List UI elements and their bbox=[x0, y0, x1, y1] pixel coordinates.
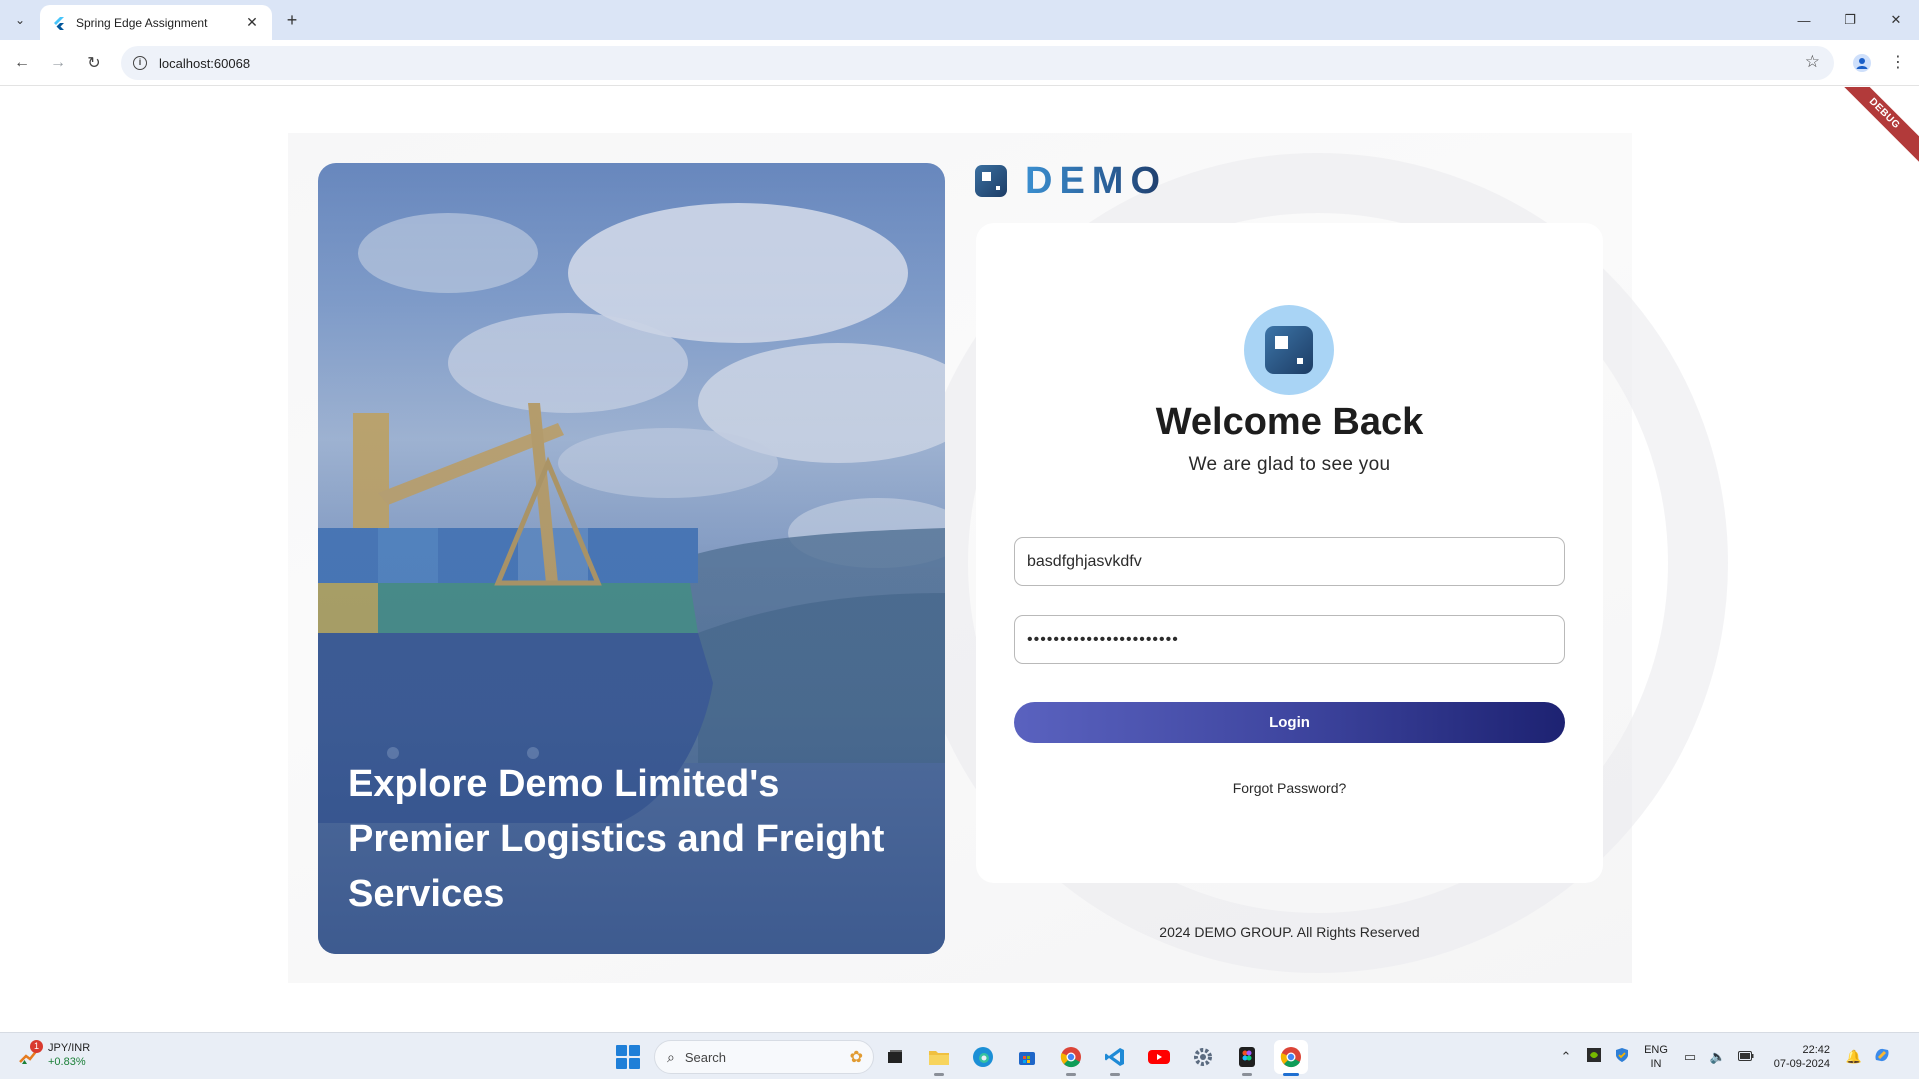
network-icon[interactable]: ▭ bbox=[1676, 1049, 1704, 1065]
brand-name: DEMO bbox=[1025, 159, 1167, 202]
url-text[interactable]: localhost:60068 bbox=[159, 56, 250, 71]
bell-icon[interactable]: 🔔 bbox=[1840, 1049, 1868, 1065]
arrow-left-icon: ← bbox=[14, 54, 30, 71]
figma-icon[interactable] bbox=[1230, 1040, 1264, 1076]
close-window-button[interactable]: ✕ bbox=[1873, 0, 1919, 40]
site-info-icon[interactable]: i bbox=[133, 56, 147, 70]
tab-title: Spring Edge Assignment bbox=[76, 15, 208, 30]
chart-up-icon: 1 bbox=[18, 1040, 43, 1066]
currency-widget[interactable]: 1 JPY/INR +0.83% bbox=[18, 1040, 91, 1069]
chrome-active-icon[interactable] bbox=[1274, 1040, 1308, 1076]
start-button[interactable] bbox=[616, 1045, 640, 1069]
file-explorer-icon[interactable] bbox=[922, 1040, 956, 1076]
login-button[interactable]: Login bbox=[1014, 702, 1565, 743]
brand-mark-icon bbox=[975, 165, 1007, 197]
hero-image-panel: Explore Demo Limited's Premier Logistics… bbox=[318, 163, 945, 954]
window-controls: — ❐ ✕ bbox=[1781, 0, 1919, 40]
welcome-title: Welcome Back bbox=[1155, 401, 1424, 443]
browser-tab-strip: ⌄ Spring Edge Assignment ✕ + — ❐ ✕ bbox=[0, 0, 1919, 40]
chevron-up-icon[interactable]: ⌃ bbox=[1552, 1049, 1580, 1065]
back-button[interactable]: ← bbox=[10, 51, 34, 75]
copyright-text: 2024 DEMO GROUP. All Rights Reserved bbox=[1159, 924, 1420, 940]
battery-icon[interactable] bbox=[1732, 1049, 1760, 1064]
tab-search-button[interactable]: ⌄ bbox=[8, 8, 32, 32]
tab-close-icon[interactable]: ✕ bbox=[244, 14, 260, 31]
minimize-button[interactable]: — bbox=[1781, 0, 1827, 40]
reload-icon: ↻ bbox=[87, 55, 101, 72]
notification-badge: 1 bbox=[30, 1040, 43, 1053]
taskbar-search-placeholder: Search bbox=[684, 1049, 727, 1065]
settings-icon[interactable] bbox=[1186, 1040, 1220, 1074]
brand-logo: DEMO bbox=[975, 160, 1167, 202]
profile-button[interactable] bbox=[1850, 51, 1874, 75]
taskbar-search[interactable]: ⌕ Search ✿ bbox=[654, 1040, 874, 1074]
reload-button[interactable]: ↻ bbox=[82, 51, 106, 75]
store-icon[interactable] bbox=[1010, 1040, 1044, 1074]
defender-icon[interactable] bbox=[1608, 1047, 1636, 1066]
arrow-right-icon: → bbox=[50, 54, 66, 71]
new-tab-button[interactable]: + bbox=[282, 10, 302, 30]
volume-icon[interactable]: 🔈 bbox=[1704, 1049, 1732, 1065]
clock-date: 07-09-2024 bbox=[1773, 1057, 1830, 1070]
restore-button[interactable]: ❐ bbox=[1827, 0, 1873, 40]
password-input[interactable] bbox=[1014, 615, 1565, 664]
welcome-subtitle: We are glad to see you bbox=[1188, 454, 1391, 475]
address-bar[interactable]: i localhost:60068 ☆ bbox=[121, 46, 1834, 80]
login-card: Welcome Back We are glad to see you Logi… bbox=[976, 223, 1603, 883]
hero-caption: Explore Demo Limited's Premier Logistics… bbox=[348, 763, 885, 915]
windows-taskbar: 1 JPY/INR +0.83% ⌕ Search ✿ ⌃ ENG IN ▭ 🔈… bbox=[0, 1032, 1919, 1079]
debug-banner: DEBUG bbox=[1824, 87, 1919, 174]
chevron-down-icon: ⌄ bbox=[14, 13, 26, 27]
logo-mark-icon bbox=[1265, 326, 1313, 374]
flutter-icon bbox=[54, 16, 64, 30]
language-line2: IN bbox=[1650, 1057, 1662, 1070]
language-indicator[interactable]: ENG IN bbox=[1636, 1043, 1676, 1071]
copilot-icon[interactable] bbox=[1868, 1046, 1896, 1067]
chrome-icon[interactable] bbox=[1054, 1040, 1088, 1076]
youtube-icon[interactable] bbox=[1142, 1040, 1176, 1074]
profile-icon bbox=[1853, 54, 1871, 72]
vscode-icon[interactable] bbox=[1098, 1040, 1132, 1076]
search-icon: ⌕ bbox=[667, 1048, 675, 1065]
browser-tab[interactable]: Spring Edge Assignment ✕ bbox=[40, 5, 272, 40]
language-line1: ENG bbox=[1644, 1043, 1668, 1056]
widget-name: JPY/INR bbox=[48, 1042, 91, 1054]
edge-icon[interactable] bbox=[966, 1040, 1000, 1074]
clock[interactable]: 22:42 07-09-2024 bbox=[1760, 1043, 1830, 1071]
username-input[interactable] bbox=[1014, 537, 1565, 586]
login-frame: Explore Demo Limited's Premier Logistics… bbox=[288, 133, 1728, 983]
task-view-icon[interactable] bbox=[878, 1040, 912, 1074]
card-logo bbox=[1244, 305, 1334, 395]
more-menu-icon[interactable]: ⋮ bbox=[1886, 51, 1910, 75]
page-viewport: DEBUG Explore Demo Limited's Premier Log… bbox=[0, 87, 1919, 1032]
taskbar-apps bbox=[878, 1040, 1318, 1076]
forgot-password-link[interactable]: Forgot Password? bbox=[976, 780, 1603, 796]
nvidia-icon[interactable] bbox=[1580, 1048, 1608, 1065]
bookmark-star-icon[interactable]: ☆ bbox=[1805, 52, 1820, 72]
browser-toolbar: ← → ↻ i localhost:60068 ☆ ⋮ bbox=[0, 40, 1919, 86]
forward-button[interactable]: → bbox=[46, 51, 70, 75]
widget-change: +0.83% bbox=[48, 1056, 86, 1068]
windows-logo-icon bbox=[616, 1045, 627, 1056]
clock-time: 22:42 bbox=[1802, 1043, 1830, 1056]
system-tray: ⌃ ENG IN ▭ 🔈 22:42 07-09-2024 🔔 bbox=[1552, 1033, 1896, 1080]
search-highlight-icon: ✿ bbox=[849, 1049, 863, 1066]
